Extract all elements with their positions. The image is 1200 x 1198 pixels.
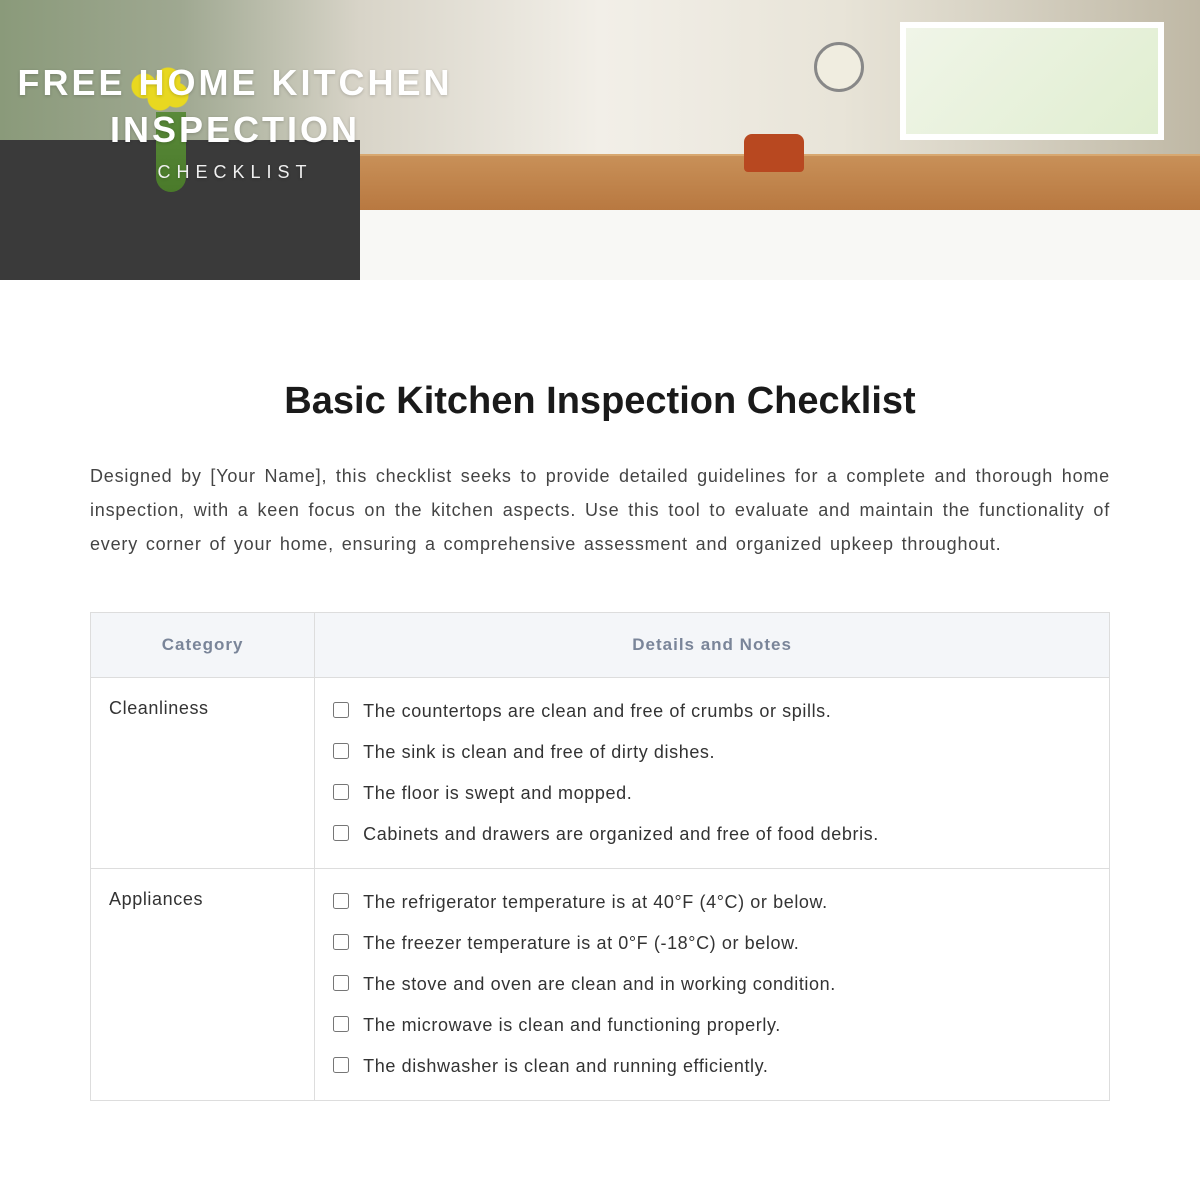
category-cell: Cleanliness xyxy=(91,677,315,868)
checklist-item: The refrigerator temperature is at 40°F … xyxy=(333,889,1091,916)
table-row: Appliances The refrigerator temperature i… xyxy=(91,868,1110,1100)
checkbox[interactable] xyxy=(333,702,349,718)
checkbox[interactable] xyxy=(333,1016,349,1032)
checklist-item: Cabinets and drawers are organized and f… xyxy=(333,821,1091,848)
checklist-item-label: The stove and oven are clean and in work… xyxy=(363,971,836,998)
category-cell: Appliances xyxy=(91,868,315,1100)
checklist-item: The stove and oven are clean and in work… xyxy=(333,971,1091,998)
checklist-item-label: Cabinets and drawers are organized and f… xyxy=(363,821,879,848)
page-description: Designed by [Your Name], this checklist … xyxy=(90,459,1110,562)
checklist-item-label: The microwave is clean and functioning p… xyxy=(363,1012,781,1039)
checklist-item: The sink is clean and free of dirty dish… xyxy=(333,739,1091,766)
table-header-details: Details and Notes xyxy=(315,612,1110,677)
checkbox[interactable] xyxy=(333,975,349,991)
checklist-item-label: The countertops are clean and free of cr… xyxy=(363,698,831,725)
checkbox[interactable] xyxy=(333,1057,349,1073)
hero-text-block: FREE HOME KITCHEN INSPECTION CHECKLIST xyxy=(0,60,470,183)
checkbox[interactable] xyxy=(333,825,349,841)
checkbox[interactable] xyxy=(333,743,349,759)
hero-title: FREE HOME KITCHEN INSPECTION xyxy=(0,60,470,154)
checklist-item: The floor is swept and mopped. xyxy=(333,780,1091,807)
checklist-item-label: The sink is clean and free of dirty dish… xyxy=(363,739,715,766)
checkbox[interactable] xyxy=(333,893,349,909)
table-header-category: Category xyxy=(91,612,315,677)
checklist-item: The countertops are clean and free of cr… xyxy=(333,698,1091,725)
hero-subtitle: CHECKLIST xyxy=(0,162,470,183)
details-cell: The countertops are clean and free of cr… xyxy=(315,677,1110,868)
checkbox[interactable] xyxy=(333,934,349,950)
content-area: Basic Kitchen Inspection Checklist Desig… xyxy=(0,280,1200,1101)
checklist-item: The dishwasher is clean and running effi… xyxy=(333,1053,1091,1080)
table-row: Cleanliness The countertops are clean and… xyxy=(91,677,1110,868)
checklist-item-label: The dishwasher is clean and running effi… xyxy=(363,1053,768,1080)
checklist-item-label: The floor is swept and mopped. xyxy=(363,780,632,807)
checklist-table: Category Details and Notes Cleanliness Th… xyxy=(90,612,1110,1101)
checklist-item: The freezer temperature is at 0°F (-18°C… xyxy=(333,930,1091,957)
checklist-item-label: The freezer temperature is at 0°F (-18°C… xyxy=(363,930,799,957)
checkbox[interactable] xyxy=(333,784,349,800)
hero-banner: FREE HOME KITCHEN INSPECTION CHECKLIST xyxy=(0,0,1200,280)
details-cell: The refrigerator temperature is at 40°F … xyxy=(315,868,1110,1100)
checklist-item-label: The refrigerator temperature is at 40°F … xyxy=(363,889,828,916)
page-title: Basic Kitchen Inspection Checklist xyxy=(90,380,1110,423)
checklist-item: The microwave is clean and functioning p… xyxy=(333,1012,1091,1039)
